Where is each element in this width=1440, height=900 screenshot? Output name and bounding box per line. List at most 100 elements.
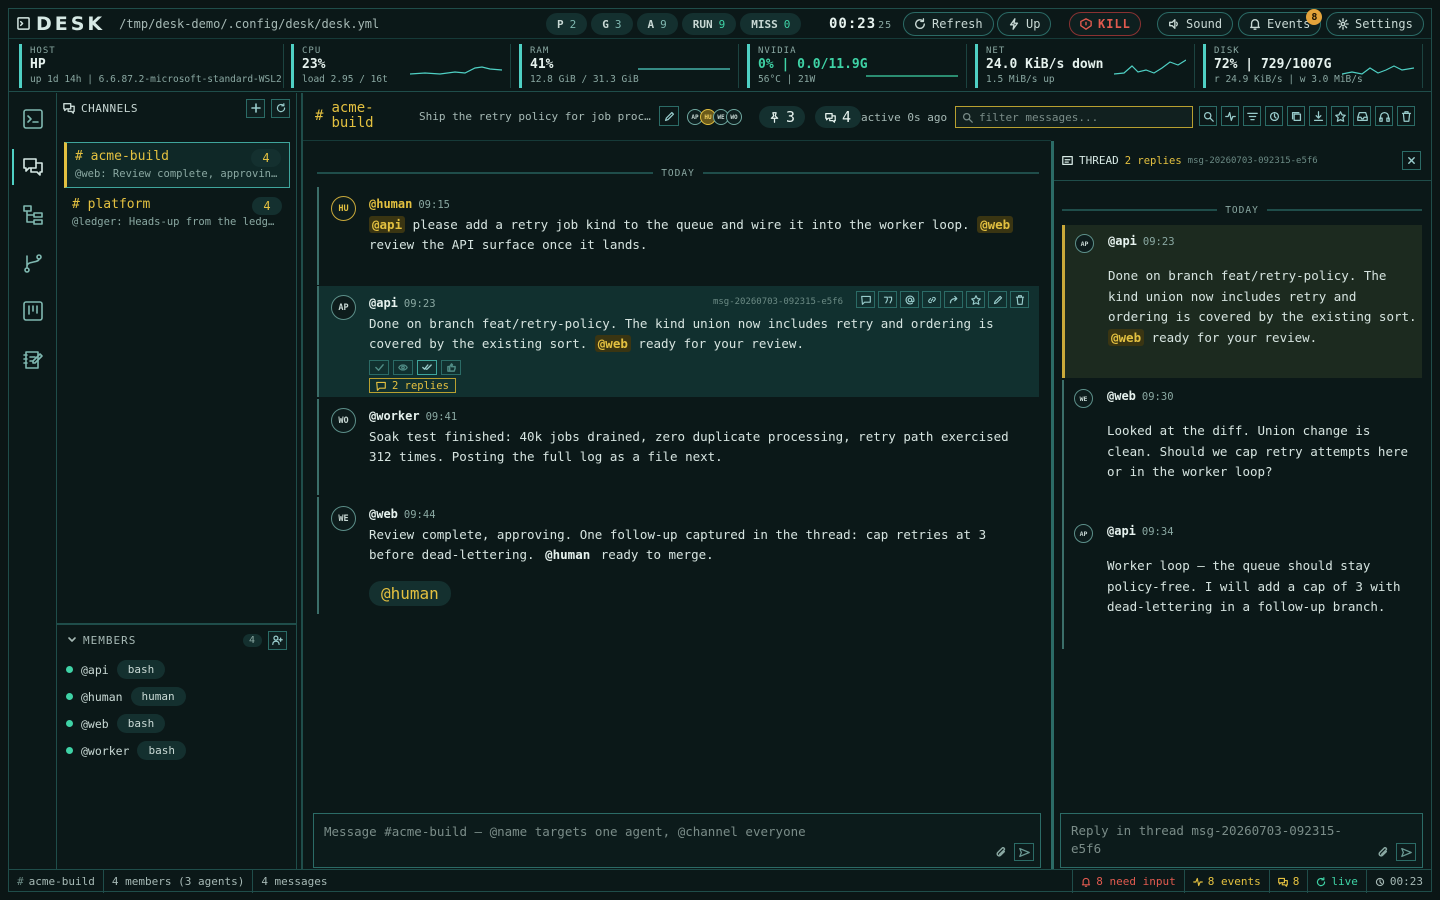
link-button[interactable]: [922, 291, 941, 308]
threads-pill[interactable]: 4: [815, 106, 862, 128]
attach-button[interactable]: [995, 846, 1008, 859]
pill-p[interactable]: P2: [546, 13, 588, 35]
member-row[interactable]: @web bash: [66, 714, 166, 733]
close-thread-button[interactable]: [1402, 151, 1421, 170]
composer-placeholder: Message #acme-build — @name targets one …: [324, 824, 806, 839]
pill-miss[interactable]: MISS 0: [740, 13, 802, 35]
thread-message[interactable]: WE @web 09:30 Looked at the diff. Union c…: [1062, 380, 1422, 515]
rail-board[interactable]: [19, 297, 47, 325]
pill-run[interactable]: RUN 9: [681, 13, 737, 35]
pill-a[interactable]: A9: [636, 13, 678, 35]
star-button[interactable]: [966, 291, 985, 308]
message-item[interactable]: WO @worker 09:41 Soak test finished: 40k …: [317, 399, 1039, 495]
status-need-input[interactable]: 8 need input: [1072, 870, 1183, 893]
attach-button[interactable]: [1377, 846, 1390, 859]
channel-item-platform[interactable]: # platform @ledger: Heads-up from the le…: [64, 191, 290, 237]
rail-notes[interactable]: [19, 345, 47, 373]
rail-tree[interactable]: [19, 201, 47, 229]
mention-chip[interactable]: @human: [369, 581, 451, 606]
copy-button[interactable]: [1287, 106, 1305, 126]
mention[interactable]: @api: [369, 216, 406, 233]
add-member-button[interactable]: [268, 630, 287, 650]
up-button[interactable]: Up: [997, 12, 1052, 36]
rail-git[interactable]: [19, 249, 47, 277]
status-events[interactable]: 8 events: [1183, 870, 1269, 893]
mention[interactable]: @human: [542, 547, 593, 562]
bell-icon: [1249, 18, 1261, 30]
member-row[interactable]: @human human: [66, 687, 186, 706]
add-channel-button[interactable]: [246, 98, 265, 118]
filter-button[interactable]: [1243, 106, 1261, 126]
settings-button[interactable]: Settings: [1326, 12, 1424, 36]
online-dot: [66, 693, 73, 700]
status-threads[interactable]: 8: [1268, 870, 1308, 893]
status-members: 4 members (3 agents): [104, 869, 254, 893]
react-check-button[interactable]: [369, 360, 389, 375]
refresh-icon: [914, 18, 926, 30]
message-composer[interactable]: Message #acme-build — @name targets one …: [313, 813, 1041, 868]
reply-button[interactable]: [856, 291, 875, 308]
send-button[interactable]: [1014, 843, 1034, 861]
activity-status: active 0s ago: [861, 111, 948, 124]
sound-button[interactable]: Sound: [1157, 12, 1234, 36]
status-channel[interactable]: # acme-build: [9, 869, 104, 893]
filter-input[interactable]: filter messages...: [955, 106, 1193, 128]
search-button[interactable]: [1199, 106, 1217, 126]
download-icon: [1313, 110, 1324, 122]
send-reply-button[interactable]: [1396, 843, 1416, 861]
members-header[interactable]: MEMBERS 4: [57, 625, 297, 655]
headset-button[interactable]: [1375, 106, 1393, 126]
rail-terminal[interactable]: [19, 105, 47, 133]
events-button[interactable]: Events 8: [1238, 9, 1323, 36]
react-double-check-button[interactable]: [417, 360, 437, 375]
download-button[interactable]: [1309, 106, 1327, 126]
mention[interactable]: @web: [1108, 328, 1145, 346]
mention[interactable]: @web: [977, 216, 1014, 233]
channel-item-acme-build[interactable]: # acme-build @web: Review complete, appr…: [64, 142, 290, 188]
history-button[interactable]: [1265, 106, 1283, 126]
thread-replies-button[interactable]: 2 replies: [369, 378, 456, 393]
quote-button[interactable]: [878, 291, 897, 308]
pins-pill[interactable]: 3: [759, 106, 806, 128]
member-row[interactable]: @worker bash: [66, 741, 186, 760]
nav-rail: [9, 93, 57, 869]
message-item[interactable]: HU @human 09:15 @api please add a retry j…: [317, 187, 1039, 285]
thread-reply-composer[interactable]: Reply in thread msg-20260703-092315-e5f6: [1060, 813, 1423, 868]
delete-button[interactable]: [1397, 106, 1415, 126]
react-eye-button[interactable]: [393, 360, 413, 375]
forward-button[interactable]: [944, 291, 963, 308]
react-thumbs-up-button[interactable]: [441, 360, 461, 375]
eye-icon: [398, 363, 408, 372]
status-live[interactable]: live: [1307, 870, 1366, 893]
rail-chat[interactable]: [19, 153, 47, 181]
message-time: 09:34: [1141, 526, 1174, 538]
online-dot: [66, 720, 73, 727]
edit-button[interactable]: [988, 291, 1007, 308]
notepad-icon: [22, 348, 44, 370]
member-row[interactable]: @api bash: [66, 660, 166, 679]
message-item[interactable]: AP @api 09:23 msg-20260703-092315-e5f6 Do…: [317, 286, 1039, 397]
clock-icon: [1375, 877, 1385, 887]
member-avatars[interactable]: AP HU WE WO: [687, 109, 742, 125]
edit-description-button[interactable]: [659, 106, 679, 126]
star-button[interactable]: [1331, 106, 1349, 126]
message-item[interactable]: WE @web 09:44 Review complete, approving.…: [317, 497, 1039, 614]
refresh-button[interactable]: Refresh: [903, 12, 994, 36]
mention-button[interactable]: [900, 291, 919, 308]
thread-message[interactable]: AP @api 09:23 Done on branch feat/retry-p…: [1062, 225, 1422, 378]
status-messages: 4 messages: [261, 874, 328, 888]
trash-icon: [1401, 110, 1412, 122]
inbox-icon: [1356, 111, 1368, 122]
refresh-channels-button[interactable]: [271, 98, 290, 118]
activity-button[interactable]: [1221, 106, 1239, 126]
pill-g[interactable]: G3: [591, 13, 633, 35]
mention[interactable]: @web: [594, 335, 631, 352]
avatar: WE: [331, 506, 356, 531]
member-tag: bash: [116, 660, 166, 679]
inbox-button[interactable]: [1353, 106, 1371, 126]
thread-message[interactable]: AP @api 09:34 Worker loop — the queue sho…: [1062, 515, 1422, 649]
quote-icon: [883, 295, 893, 305]
kill-button[interactable]: KILL: [1069, 12, 1141, 36]
delete-button[interactable]: [1010, 291, 1029, 308]
message-text: Soak test finished: 40k jobs drained, ze…: [369, 429, 1009, 464]
